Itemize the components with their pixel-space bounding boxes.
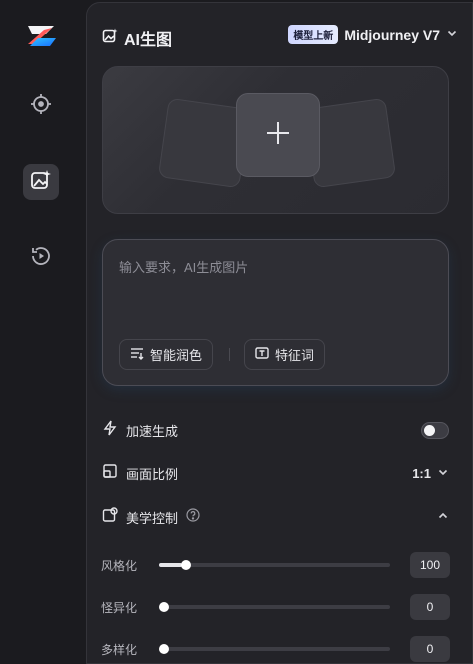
model-name: Midjourney V7 (344, 26, 440, 43)
chevron-down-icon (446, 26, 458, 44)
toggle-knob (424, 424, 435, 436)
text-box-icon (255, 346, 269, 363)
aesthetic-label: 美学控制 (126, 510, 179, 526)
left-sidebar (0, 0, 84, 664)
plus-icon (264, 119, 292, 152)
slider-thumb[interactable] (181, 560, 191, 570)
speed-toggle-wrap (421, 421, 449, 439)
chevron-up-icon (437, 510, 449, 525)
image-icon (102, 28, 118, 49)
slider-thumb[interactable] (159, 602, 169, 612)
feature-words-button[interactable]: 特征词 (244, 339, 326, 370)
target-icon (30, 93, 52, 120)
slider-fill (159, 563, 182, 567)
prompt-input[interactable] (119, 260, 429, 275)
upload-button[interactable] (236, 93, 320, 177)
logo-icon[interactable] (24, 22, 60, 50)
slider-label: 风格化 (101, 558, 138, 573)
speed-setting-row: 加速生成 (102, 418, 449, 442)
stylize-value-input[interactable]: 100 (410, 552, 450, 578)
sidebar-item-history[interactable] (23, 240, 59, 276)
ratio-label: 画面比例 (126, 466, 179, 482)
prompt-box: 智能润色 特征词 (102, 239, 449, 386)
panel-header: AI生图 模型上新 Midjourney V7 (87, 3, 472, 67)
slider-label: 怪异化 (101, 600, 138, 615)
stylize-slider[interactable] (159, 560, 390, 570)
variety-slider[interactable] (159, 644, 390, 654)
image-sparkle-icon (30, 169, 52, 196)
history-icon (30, 245, 52, 272)
chevron-down-icon (437, 466, 449, 481)
new-model-badge: 模型上新 (288, 25, 339, 44)
aspect-ratio-icon (102, 463, 118, 484)
slider-thumb[interactable] (159, 644, 169, 654)
speed-label: 加速生成 (126, 423, 179, 439)
feature-words-label: 特征词 (275, 348, 315, 363)
aesthetic-icon (102, 506, 118, 528)
sidebar-item-ai-image[interactable] (23, 164, 59, 200)
sidebar-item-target[interactable] (23, 88, 59, 124)
smart-polish-label: 智能润色 (150, 348, 203, 363)
smart-polish-button[interactable]: 智能润色 (119, 339, 214, 370)
ratio-value: 1:1 (412, 465, 431, 481)
weird-value-input[interactable]: 0 (410, 594, 450, 620)
speed-toggle[interactable] (421, 421, 449, 439)
polish-icon (130, 346, 144, 363)
lightning-icon (102, 420, 118, 441)
image-upload-area[interactable] (102, 66, 449, 214)
help-icon[interactable] (186, 507, 200, 527)
slider-label: 多样化 (101, 642, 138, 657)
model-selector[interactable]: 模型上新 Midjourney V7 (288, 25, 458, 44)
variety-value-input[interactable]: 0 (410, 636, 450, 662)
slider-row-variety: 多样化 0 (101, 636, 450, 662)
ai-image-panel: AI生图 模型上新 Midjourney V7 输入要求，AI生成图片 智能润色… (86, 2, 473, 664)
ratio-selector[interactable]: 1:1 (412, 466, 449, 481)
slider-row-stylize: 风格化 100 (101, 552, 450, 578)
aesthetic-setting-row[interactable]: 美学控制 (102, 505, 449, 529)
slider-row-weird: 怪异化 0 (101, 594, 450, 620)
chip-divider (229, 348, 230, 361)
ratio-setting-row[interactable]: 画面比例 1:1 (102, 461, 449, 485)
weird-slider[interactable] (159, 602, 390, 612)
collapse-toggle[interactable] (437, 510, 449, 525)
page-title: AI生图 (124, 32, 173, 49)
panel-title-group: AI生图 (102, 26, 172, 50)
